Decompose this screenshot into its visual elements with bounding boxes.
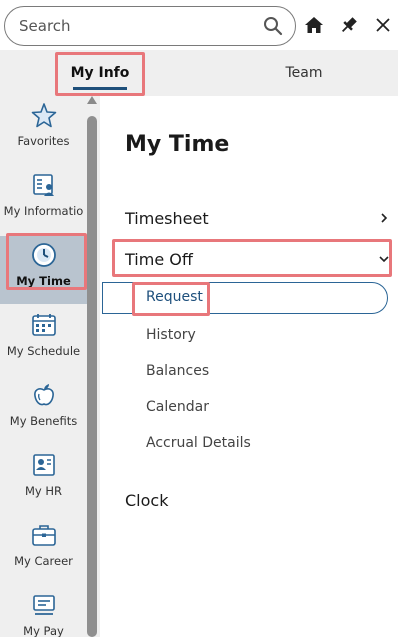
profile-card-icon — [31, 172, 57, 198]
submenu-item-history[interactable]: History — [146, 327, 196, 343]
header — [0, 0, 398, 50]
sidebar-item-label: My Time — [16, 274, 71, 288]
tab-label: Team — [285, 65, 323, 81]
menu-item-label: Time Off — [125, 249, 193, 269]
sidebar-item-label: My Career — [14, 554, 73, 568]
submenu-item-balances[interactable]: Balances — [146, 363, 209, 379]
sidebar-item-my-schedule[interactable]: My Schedule — [0, 306, 87, 374]
sidebar-item-label: My Pay — [23, 624, 64, 637]
star-icon — [31, 102, 57, 128]
pay-icon — [31, 592, 57, 618]
tab-my-info[interactable]: My Info — [55, 50, 145, 96]
active-tab-indicator — [73, 87, 127, 90]
sidebar-item-my-hr[interactable]: My HR — [0, 446, 87, 514]
menu-item-label: Timesheet — [125, 208, 209, 228]
sidebar-item-my-benefits[interactable]: My Benefits — [0, 376, 87, 444]
sidebar-item-favorites[interactable]: Favorites — [0, 96, 87, 164]
tab-bar: My Info Team — [0, 50, 398, 96]
page-title: My Time — [125, 132, 230, 157]
menu-item-timesheet[interactable]: Timesheet — [125, 206, 390, 230]
sidebar-item-my-pay[interactable]: My Pay — [0, 586, 87, 637]
briefcase-icon — [31, 522, 57, 548]
main-panel: My Time Timesheet Time Off Request Histo… — [100, 96, 398, 637]
sidebar-item-my-time[interactable]: My Time — [0, 236, 87, 304]
clock-icon — [31, 242, 57, 268]
sidebar-item-label: Favorites — [17, 134, 70, 148]
sidebar-item-label: My Informatio — [3, 204, 84, 218]
search-icon[interactable] — [263, 16, 283, 36]
apple-icon — [31, 382, 57, 408]
pin-icon[interactable] — [338, 14, 360, 36]
sidebar-item-my-career[interactable]: My Career — [0, 516, 87, 584]
menu-item-label: Clock — [125, 490, 169, 510]
menu-item-clock[interactable]: Clock — [125, 488, 390, 512]
menu-item-time-off[interactable]: Time Off — [125, 246, 390, 272]
tab-team[interactable]: Team — [264, 50, 344, 96]
sidebar-scrollbar[interactable] — [87, 96, 98, 637]
sidebar-item-label: My Schedule — [6, 344, 81, 358]
sidebar-item-my-information[interactable]: My Informatio — [0, 166, 87, 234]
chevron-right-icon — [381, 213, 388, 223]
search-box[interactable] — [4, 6, 296, 46]
calendar-icon — [31, 312, 57, 338]
scrollbar-thumb[interactable] — [87, 116, 97, 637]
submenu-item-calendar[interactable]: Calendar — [146, 399, 209, 415]
search-input[interactable] — [19, 15, 249, 37]
close-icon[interactable] — [372, 14, 394, 36]
sidebar-item-label: My Benefits — [9, 414, 78, 428]
tab-label: My Info — [70, 65, 130, 81]
sidebar-item-label: My HR — [24, 484, 63, 498]
scroll-up-arrow-icon[interactable] — [87, 96, 97, 104]
submenu-item-accrual-details[interactable]: Accrual Details — [146, 435, 251, 451]
sidebar: Favorites My Informatio My Time My Sched… — [0, 96, 100, 637]
submenu-item-request[interactable] — [102, 282, 388, 314]
hr-icon — [31, 452, 57, 478]
submenu-item-label[interactable]: Request — [146, 289, 203, 305]
chevron-down-icon — [379, 256, 389, 263]
home-icon[interactable] — [303, 14, 325, 36]
